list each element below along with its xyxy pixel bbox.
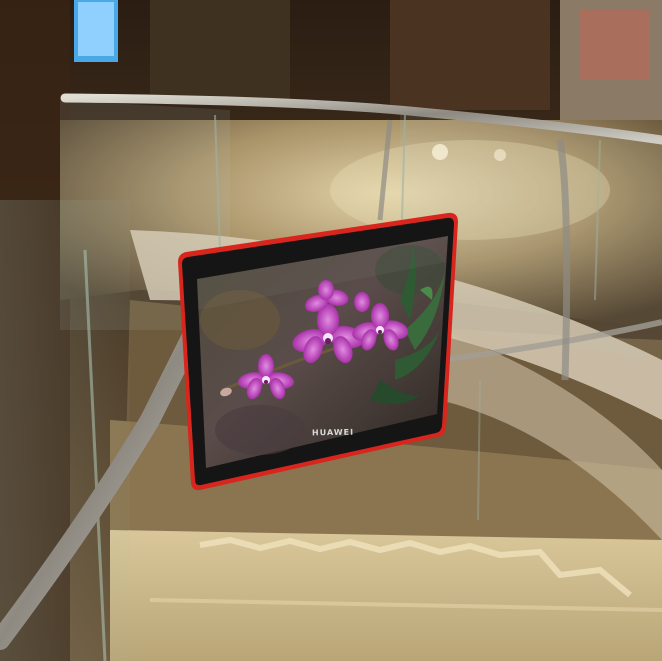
photo-scene: HUAWEI — [0, 0, 662, 661]
scene-illustration — [0, 0, 662, 661]
